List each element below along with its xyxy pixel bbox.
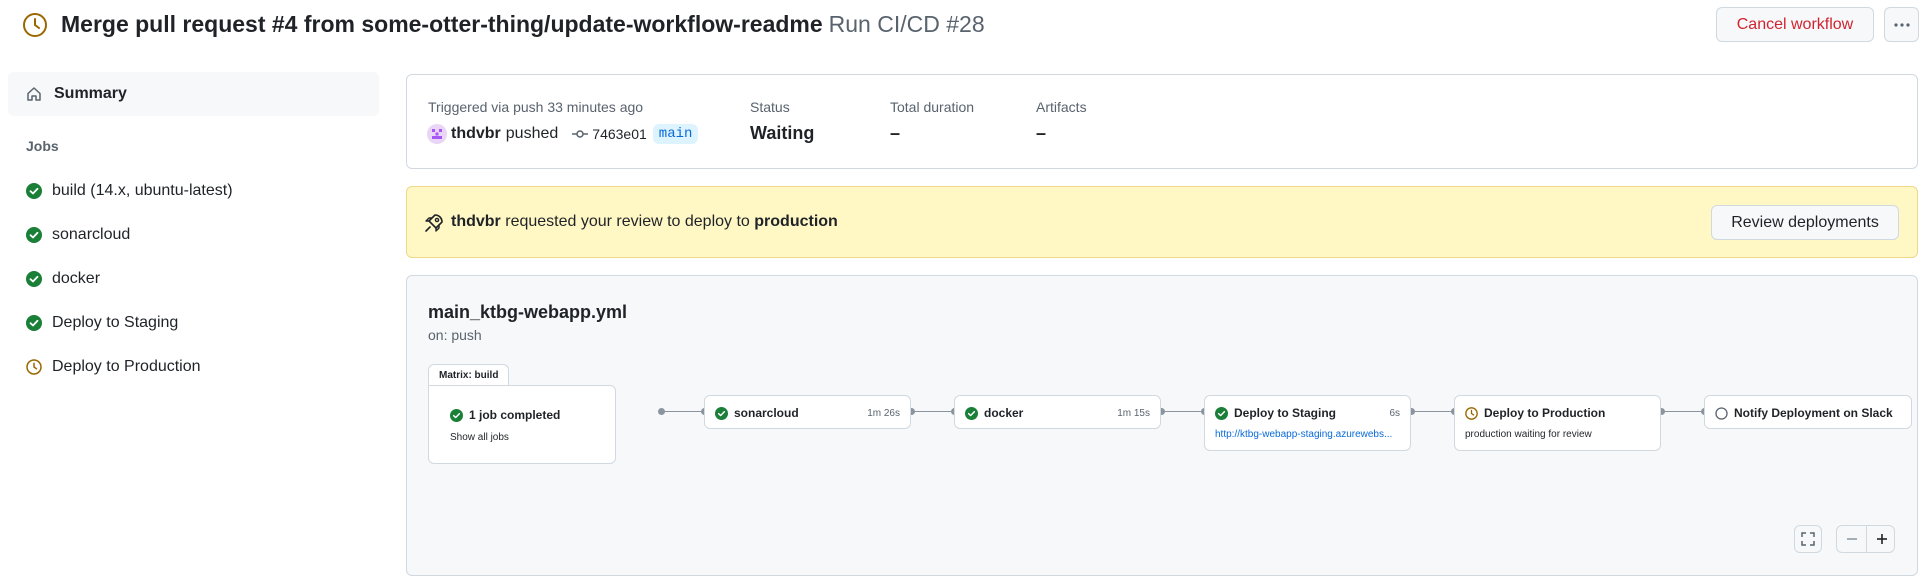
review-banner: thdvbr requested your review to deploy t… (406, 186, 1918, 258)
screen-full-icon (1801, 532, 1815, 546)
avatar[interactable] (427, 124, 447, 144)
job-node-row: sonarcloud (715, 406, 799, 420)
sidebar-job-deploy-production[interactable]: Deploy to Production (8, 347, 379, 387)
sidebar-item-label: Summary (54, 85, 127, 102)
sidebar-job-label: Deploy to Production (52, 358, 201, 375)
graph-connector (1662, 411, 1704, 412)
sidebar-job-label: build (14.x, ubuntu-latest) (52, 182, 233, 199)
job-node-name: sonarcloud (734, 406, 799, 420)
matrix-build-node[interactable]: 1 job completed Show all jobs (428, 385, 616, 464)
workflow-graph: main_ktbg-webapp.yml on: push Matrix: bu… (406, 275, 1918, 576)
job-node-name: Deploy to Staging (1234, 406, 1336, 420)
kebab-horizontal-icon (1893, 22, 1910, 27)
pending-circle-icon (1715, 406, 1728, 420)
graph-connector (912, 411, 954, 412)
check-circle-icon (26, 183, 42, 199)
matrix-tab: Matrix: build (428, 364, 510, 386)
show-all-jobs-link[interactable]: Show all jobs (450, 432, 509, 443)
git-commit-icon (572, 130, 589, 138)
job-node-notify-slack[interactable]: Notify Deployment on Slack (1704, 395, 1912, 429)
status-value: Waiting (750, 123, 815, 143)
job-node-status-text: production waiting for review (1465, 429, 1592, 440)
requester-name[interactable]: thdvbr (451, 213, 501, 230)
more-options-button[interactable] (1884, 7, 1919, 42)
branch-badge[interactable]: main (652, 124, 699, 144)
page-title: Merge pull request #4 from some-otter-th… (61, 11, 985, 38)
jobs-heading: Jobs (26, 138, 59, 154)
zoom-in-button[interactable] (1867, 526, 1896, 552)
staging-url-link[interactable]: http://ktbg-webapp-staging.azurewebs... (1215, 429, 1392, 440)
sidebar-job-docker[interactable]: docker (8, 259, 379, 299)
artifacts-value: – (1036, 123, 1047, 143)
graph-connector (1412, 411, 1454, 412)
job-node-row: Deploy to Production (1465, 406, 1605, 420)
sidebar-job-deploy-staging[interactable]: Deploy to Staging (8, 303, 379, 343)
artifacts-label: Artifacts (1036, 99, 1087, 115)
home-icon (27, 87, 41, 101)
plus-icon (1876, 534, 1887, 544)
clock-icon (23, 13, 47, 37)
clock-icon (26, 359, 42, 375)
job-node-row: docker (965, 406, 1023, 420)
environment-name: production (754, 213, 838, 230)
duration-label: Total duration (890, 99, 975, 115)
matrix-status-row: 1 job completed (450, 408, 560, 422)
job-node-name: Notify Deployment on Slack (1734, 406, 1893, 420)
zoom-controls (1836, 525, 1895, 553)
review-request-text: thdvbr requested your review to deploy t… (451, 213, 838, 231)
avatar-icon (432, 129, 442, 139)
check-circle-icon (715, 406, 728, 420)
actor-link[interactable]: thdvbr (451, 125, 501, 143)
status-label: Status (750, 99, 790, 115)
check-circle-icon (26, 271, 42, 287)
check-circle-icon (1215, 406, 1228, 420)
workflow-file-name[interactable]: main_ktbg-webapp.yml (428, 302, 627, 323)
review-request-message: requested your review to deploy to (505, 213, 750, 230)
commit-link[interactable]: 7463e01 (572, 126, 647, 142)
job-node-name: Deploy to Production (1484, 406, 1606, 420)
job-node-row: Deploy to Staging (1215, 406, 1336, 420)
trigger-line: thdvbr pushed 7463e01 main (427, 124, 699, 144)
run-name: Run CI/CD #28 (828, 11, 985, 37)
graph-connector (1162, 411, 1204, 412)
cancel-workflow-button[interactable]: Cancel workflow (1716, 7, 1874, 42)
job-node-duration: 1m 26s (867, 408, 900, 419)
run-title: Merge pull request #4 from some-otter-th… (61, 11, 823, 37)
check-circle-icon (965, 406, 978, 420)
job-node-duration: 6s (1389, 408, 1400, 419)
review-deployments-button[interactable]: Review deployments (1711, 205, 1899, 240)
rocket-icon (425, 214, 443, 232)
sidebar-job-build[interactable]: build (14.x, ubuntu-latest) (8, 171, 379, 211)
matrix-summary: 1 job completed (469, 408, 561, 422)
connector-dot (658, 408, 665, 415)
action-text: pushed (505, 125, 559, 142)
zoom-out-button[interactable] (1837, 526, 1866, 552)
check-circle-icon (450, 408, 463, 422)
job-node-duration: 1m 15s (1117, 408, 1150, 419)
job-node-deploy-production[interactable]: Deploy to Production production waiting … (1454, 395, 1661, 451)
run-header: Merge pull request #4 from some-otter-th… (0, 0, 1926, 52)
sidebar-job-label: docker (52, 270, 101, 287)
job-node-docker[interactable]: docker 1m 15s (954, 395, 1161, 429)
job-node-name: docker (984, 406, 1024, 420)
graph-connector (662, 411, 704, 412)
duration-value: – (890, 123, 901, 143)
job-node-sonarcloud[interactable]: sonarcloud 1m 26s (704, 395, 911, 429)
sidebar-job-label: sonarcloud (52, 226, 131, 243)
workflow-trigger: on: push (428, 327, 482, 343)
sidebar-job-sonarcloud[interactable]: sonarcloud (8, 215, 379, 255)
job-node-row: Notify Deployment on Slack (1715, 406, 1893, 420)
run-info-box: Triggered via push 33 minutes ago thdvbr… (406, 74, 1918, 169)
sidebar-job-label: Deploy to Staging (52, 314, 179, 331)
fullscreen-button[interactable] (1794, 525, 1822, 553)
minus-icon (1846, 538, 1857, 540)
check-circle-icon (26, 227, 42, 243)
commit-sha: 7463e01 (592, 126, 647, 142)
triggered-label: Triggered via push 33 minutes ago (428, 99, 644, 115)
clock-icon (1465, 406, 1478, 420)
job-node-deploy-staging[interactable]: Deploy to Staging 6s http://ktbg-webapp-… (1204, 395, 1411, 451)
check-circle-icon (26, 315, 42, 331)
sidebar-item-summary[interactable]: Summary (8, 72, 379, 116)
